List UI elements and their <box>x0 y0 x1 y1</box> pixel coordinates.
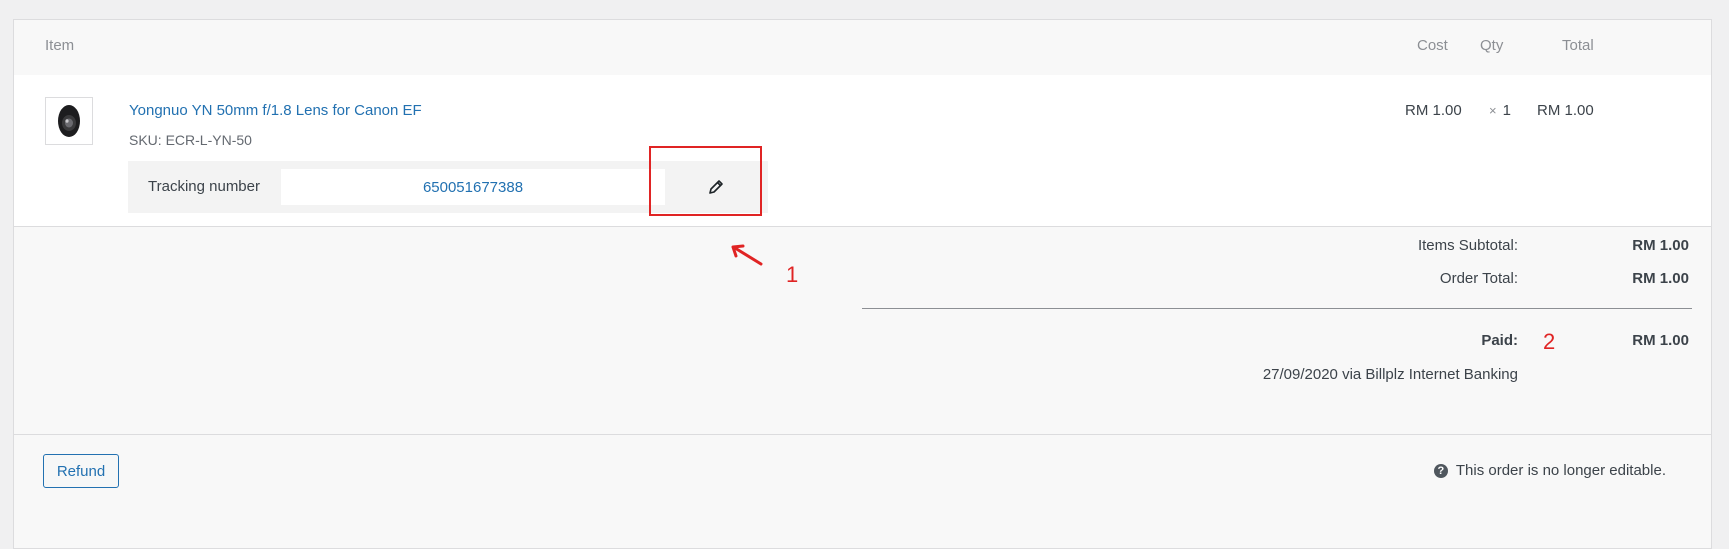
tracking-number-label: Tracking number <box>148 178 260 195</box>
annotation-highlight-box <box>649 146 762 216</box>
header-item: Item <box>45 37 75 54</box>
product-name-link[interactable]: Yongnuo YN 50mm f/1.8 Lens for Canon EF <box>129 102 422 119</box>
items-table-header: Item Cost Qty Total <box>14 20 1711 75</box>
totals-divider <box>862 308 1692 309</box>
order-items-panel: Item Cost Qty Total Yongnuo YN 50mm f/1.… <box>13 19 1712 549</box>
paid-value: RM 1.00 <box>1632 332 1689 349</box>
items-subtotal-label: Items Subtotal: <box>1417 237 1518 254</box>
items-subtotal-value: RM 1.00 <box>1632 237 1689 254</box>
annotation-arrow-icon <box>731 244 763 266</box>
qty-value: 1 <box>1502 102 1511 119</box>
sku-label: SKU: <box>129 132 162 148</box>
not-editable-notice: ? This order is no longer editable. <box>1433 462 1666 479</box>
camera-lens-icon <box>58 105 80 137</box>
order-total-label: Order Total: <box>1439 270 1518 287</box>
product-thumbnail[interactable] <box>45 97 93 145</box>
notice-text: This order is no longer editable. <box>1455 462 1666 479</box>
refund-button[interactable]: Refund <box>43 454 119 488</box>
line-item-qty: × 1 <box>1489 102 1511 119</box>
header-qty: Qty <box>1480 37 1504 54</box>
line-item-row: Yongnuo YN 50mm f/1.8 Lens for Canon EF … <box>14 75 1711 227</box>
sku-value: ECR-L-YN-50 <box>165 132 252 148</box>
product-sku: SKU: ECR-L-YN-50 <box>129 132 252 148</box>
line-item-total: RM 1.00 <box>1537 102 1594 119</box>
paid-label: Paid: <box>1481 332 1518 349</box>
tracking-number-value[interactable]: 650051677388 <box>281 169 665 205</box>
help-icon[interactable]: ? <box>1433 463 1448 478</box>
header-cost: Cost <box>1417 37 1448 54</box>
annotation-marker-2: 2 <box>1543 329 1556 354</box>
payment-note: 27/09/2020 via Billplz Internet Banking <box>1262 366 1518 383</box>
line-item-cost: RM 1.00 <box>1405 102 1462 119</box>
footer-divider <box>14 434 1711 435</box>
annotation-marker-1: 1 <box>786 262 799 287</box>
qty-multiplier-symbol: × <box>1489 103 1497 118</box>
header-total: Total <box>1562 37 1594 54</box>
order-total-value: RM 1.00 <box>1632 270 1689 287</box>
